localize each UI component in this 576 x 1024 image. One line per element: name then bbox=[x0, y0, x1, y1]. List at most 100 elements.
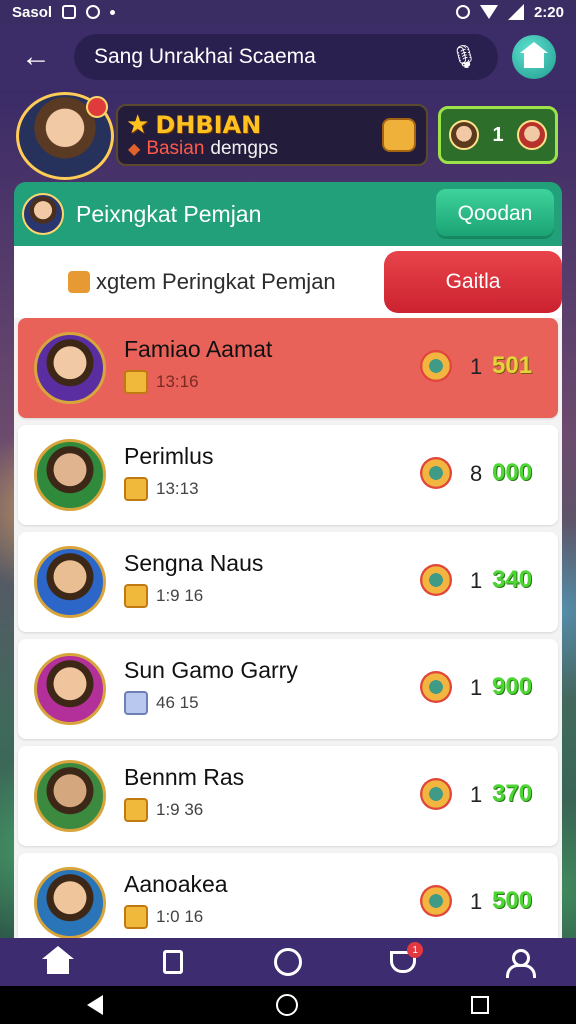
house-button[interactable] bbox=[512, 35, 556, 79]
star-icon: ★ bbox=[126, 110, 150, 140]
trophy-icon bbox=[420, 778, 452, 810]
row-score: 900 bbox=[492, 673, 533, 700]
table-row[interactable]: Bennm Ras 1:9 36 1 370 bbox=[18, 746, 558, 846]
row-sub-value: 1:0 16 bbox=[156, 907, 204, 926]
leaderboard-title: Peixngkat Pemjan bbox=[76, 200, 262, 227]
row-sub-value: 46 15 bbox=[156, 693, 199, 712]
mic-icon[interactable]: 🎙 bbox=[450, 44, 478, 70]
shield-icon: ◆ bbox=[128, 141, 141, 158]
home-icon bbox=[41, 946, 74, 974]
dot-icon bbox=[110, 9, 116, 15]
trophy-icon bbox=[420, 350, 452, 382]
system-home-icon[interactable] bbox=[275, 994, 298, 1016]
row-rank: 1 bbox=[470, 675, 483, 700]
row-name: Perimlus bbox=[124, 443, 214, 469]
nav-play[interactable] bbox=[264, 940, 312, 984]
row-rank: 1 bbox=[470, 354, 483, 379]
leaderboard-list: Famiao Aamat 13:16 1 501 Perimlus 13:13 8 000 Se… bbox=[14, 318, 562, 940]
row-subtitle: 13:16 bbox=[124, 370, 199, 394]
friend-avatar-icon bbox=[449, 120, 479, 150]
nav-home[interactable] bbox=[34, 940, 82, 984]
tab-ranking[interactable]: xgtem Peringkat Pemjan bbox=[14, 269, 384, 295]
sync-icon bbox=[86, 5, 101, 19]
row-subtitle: 1:9 36 bbox=[124, 798, 203, 822]
row-subtitle: 46 15 bbox=[124, 691, 199, 715]
leaderboard-action-button[interactable]: Qoodan bbox=[436, 189, 554, 239]
row-avatar bbox=[34, 546, 106, 618]
circle-icon bbox=[273, 948, 302, 976]
row-rank: 8 bbox=[470, 461, 483, 486]
leaderboard-panel: xgtem Peringkat Pemjan Gaitla Famiao Aam… bbox=[14, 246, 562, 940]
nav-leaderboard[interactable]: 1 bbox=[379, 940, 427, 984]
table-row[interactable]: Famiao Aamat 13:16 1 501 bbox=[18, 318, 558, 418]
tab-global[interactable]: Gaitla bbox=[384, 251, 562, 313]
rank-title-row: ★ DHBIAN bbox=[126, 110, 261, 140]
header-title: Sang Unrakhai Scaema bbox=[94, 45, 316, 68]
back-arrow-icon[interactable]: ← bbox=[14, 35, 58, 79]
carrier-label: Sasol bbox=[12, 3, 53, 21]
nav-shop[interactable] bbox=[149, 940, 197, 984]
row-avatar bbox=[34, 653, 106, 725]
badge-icon bbox=[124, 477, 148, 501]
row-sub-value: 1:9 36 bbox=[156, 800, 204, 819]
row-subtitle: 13:13 bbox=[124, 477, 199, 501]
badge-icon bbox=[124, 691, 148, 715]
leaderboard-avatar bbox=[22, 193, 64, 235]
notification-icon bbox=[62, 5, 77, 19]
row-score: 501 bbox=[492, 352, 533, 379]
bag-icon bbox=[162, 950, 183, 974]
nav-profile[interactable] bbox=[494, 940, 542, 984]
alarm-icon bbox=[455, 5, 470, 19]
notification-badge: 1 bbox=[407, 942, 424, 958]
row-avatar bbox=[34, 439, 106, 511]
leaderboard-tabs: xgtem Peringkat Pemjan Gaitla bbox=[14, 246, 562, 318]
wifi-icon bbox=[479, 5, 498, 19]
system-back-icon[interactable] bbox=[86, 995, 103, 1015]
row-rank: 1 bbox=[470, 889, 483, 914]
friend-avatar-icon bbox=[517, 120, 547, 150]
row-avatar bbox=[34, 332, 106, 404]
badge-icon bbox=[124, 370, 148, 394]
badge-icon bbox=[124, 584, 148, 608]
search-bar[interactable]: Sang Unrakhai Scaema 🎙 bbox=[74, 34, 498, 80]
user-icon bbox=[506, 949, 537, 978]
clock: 2:20 bbox=[533, 3, 564, 21]
table-row[interactable]: Aanoakea 1:0 16 1 500 bbox=[18, 853, 558, 940]
row-sub-value: 13:13 bbox=[156, 479, 199, 498]
rank-sub-red: Basian bbox=[146, 138, 205, 159]
row-rank: 1 bbox=[470, 568, 483, 593]
trophy-icon bbox=[420, 885, 452, 917]
row-name: Sengna Naus bbox=[124, 550, 264, 576]
avatar-badge-icon bbox=[86, 96, 108, 118]
fox-icon bbox=[68, 271, 90, 293]
table-row[interactable]: Sengna Naus 1:9 16 1 340 bbox=[18, 532, 558, 632]
row-rank: 1 bbox=[470, 782, 483, 807]
row-score: 000 bbox=[492, 459, 533, 486]
row-sub-value: 13:16 bbox=[156, 372, 199, 391]
app-header: ← Sang Unrakhai Scaema 🎙 bbox=[0, 24, 576, 90]
row-subtitle: 1:9 16 bbox=[124, 584, 203, 608]
table-row[interactable]: Perimlus 13:13 8 000 bbox=[18, 425, 558, 525]
row-name: Bennm Ras bbox=[124, 764, 245, 790]
row-name: Aanoakea bbox=[124, 871, 228, 897]
friends-count: 1 bbox=[492, 123, 504, 146]
table-row[interactable]: Sun Gamo Garry 46 15 1 900 bbox=[18, 639, 558, 739]
badge-icon bbox=[124, 905, 148, 929]
tab-ranking-label: xgtem Peringkat Pemjan bbox=[96, 269, 336, 294]
row-avatar bbox=[34, 760, 106, 832]
rank-card[interactable]: ★ DHBIAN ◆ Basian demgps bbox=[116, 104, 428, 166]
row-subtitle: 1:0 16 bbox=[124, 905, 203, 929]
profile-banner: ★ DHBIAN ◆ Basian demgps 1 bbox=[0, 90, 576, 180]
row-score: 370 bbox=[492, 780, 533, 807]
house-icon bbox=[520, 42, 548, 68]
trophy-icon bbox=[420, 564, 452, 596]
cat-icon bbox=[382, 118, 416, 152]
system-recents-icon[interactable] bbox=[471, 996, 490, 1014]
trophy-icon bbox=[420, 671, 452, 703]
row-name: Sun Gamo Garry bbox=[124, 657, 298, 683]
trophy-icon bbox=[420, 457, 452, 489]
signal-icon bbox=[507, 4, 524, 20]
row-avatar bbox=[34, 867, 106, 939]
friends-card[interactable]: 1 bbox=[438, 106, 558, 164]
row-score: 340 bbox=[492, 566, 533, 593]
